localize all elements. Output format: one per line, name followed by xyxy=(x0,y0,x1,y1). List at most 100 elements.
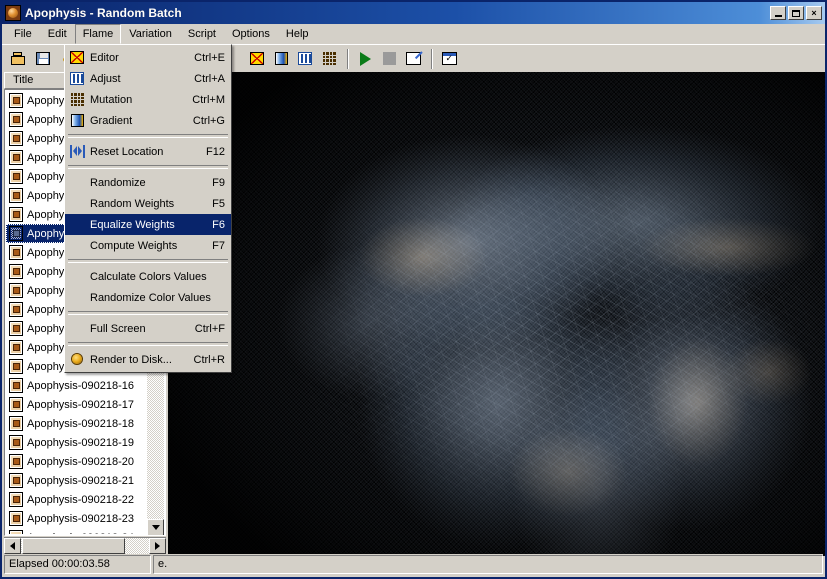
gradient-icon xyxy=(70,114,84,127)
menu-item-accelerator: Ctrl+G xyxy=(192,114,225,127)
toolbar-play-button[interactable] xyxy=(354,48,376,70)
menu-item-accelerator: Ctrl+M xyxy=(192,93,225,106)
status-bar: Elapsed 00:00:03.58 e. xyxy=(4,554,823,575)
fractal-flame-preview[interactable] xyxy=(168,72,825,556)
menu-item-accelerator: F6 xyxy=(212,218,225,231)
list-item[interactable]: Apophysis-090218-16 xyxy=(6,376,148,395)
menu-item-no-icon xyxy=(67,268,87,285)
toolbar-mutation-button[interactable] xyxy=(318,48,340,70)
toolbar-save-button[interactable] xyxy=(32,48,54,70)
flame-document-icon xyxy=(9,226,23,241)
flame-document-icon xyxy=(9,112,23,127)
script-edit-icon xyxy=(405,52,421,65)
chevron-left-icon xyxy=(10,542,15,550)
menu-options[interactable]: Options xyxy=(224,24,278,44)
menu-script[interactable]: Script xyxy=(180,24,224,44)
menu-item-label: Editor xyxy=(90,51,119,64)
flame-document-icon xyxy=(9,207,23,222)
menu-item-calculate-colors-values[interactable]: Calculate Colors Values xyxy=(65,266,231,287)
list-item-label: Apophysis-090218-24 xyxy=(27,532,134,535)
menu-variation[interactable]: Variation xyxy=(121,24,180,44)
hscroll-thumb[interactable] xyxy=(22,538,125,554)
flame-document-icon xyxy=(9,359,23,374)
menu-item-equalize-weights[interactable]: Equalize Weights F6 xyxy=(65,214,231,235)
toolbar-editor-button[interactable] xyxy=(246,48,268,70)
menu-item-label: Randomize Color Values xyxy=(90,291,211,304)
scroll-left-button[interactable] xyxy=(4,538,21,554)
reset-location-icon xyxy=(69,145,85,158)
menu-item-label: Adjust xyxy=(90,72,121,85)
menu-item-compute-weights[interactable]: Compute Weights F7 xyxy=(65,235,231,256)
list-item-label: Apophysis-090218-23 xyxy=(27,512,135,525)
flame-document-icon xyxy=(9,454,23,469)
menu-item-full-screen[interactable]: Full Screen Ctrl+F xyxy=(65,318,231,339)
menu-item-render-to-disk[interactable]: Render to Disk... Ctrl+R xyxy=(65,349,231,370)
scroll-down-button[interactable] xyxy=(147,519,164,535)
menu-item-randomize-color-values[interactable]: Randomize Color Values xyxy=(65,287,231,308)
toolbar-separator-1 xyxy=(347,48,349,69)
list-item-label: Apophysis-090218-20 xyxy=(27,455,135,468)
preview-vignette-layer xyxy=(168,72,825,556)
menu-item-no-icon xyxy=(67,289,87,306)
flame-document-icon xyxy=(9,169,23,184)
flame-document-icon xyxy=(9,321,23,336)
menu-item-label: Full Screen xyxy=(90,322,146,335)
menu-item-gradient[interactable]: Gradient Ctrl+G xyxy=(65,110,231,131)
save-disk-icon xyxy=(36,52,50,65)
adjust-icon xyxy=(298,52,312,65)
list-item[interactable]: Apophysis-090218-19 xyxy=(6,433,148,452)
menu-edit[interactable]: Edit xyxy=(40,24,75,44)
chevron-down-icon xyxy=(151,525,160,530)
menu-flame[interactable]: Flame xyxy=(74,24,122,44)
menu-separator xyxy=(68,259,228,263)
toolbar-options-button[interactable] xyxy=(438,48,460,70)
flame-dropdown-menu[interactable]: Editor Ctrl+E Adjust Ctrl+A Mutation Ctrl+M Gr… xyxy=(64,44,232,373)
menu-item-label: Equalize Weights xyxy=(90,218,175,231)
minimize-button[interactable] xyxy=(770,6,786,20)
toolbar-adjust-button[interactable] xyxy=(294,48,316,70)
menu-item-reset-location[interactable]: Reset Location F12 xyxy=(65,141,231,162)
list-item[interactable]: Apophysis-090218-23 xyxy=(6,509,148,528)
menu-item-no-icon xyxy=(67,237,87,254)
menu-item-accelerator: F5 xyxy=(212,197,225,210)
toolbar-script-button[interactable] xyxy=(402,48,424,70)
menu-item-label: Compute Weights xyxy=(90,239,178,252)
menu-item-randomize[interactable]: Randomize F9 xyxy=(65,172,231,193)
menu-help[interactable]: Help xyxy=(278,24,317,44)
flame-document-icon xyxy=(9,150,23,165)
flame-document-icon xyxy=(9,397,23,412)
toolbar-open-button[interactable] xyxy=(8,48,30,70)
menu-item-random-weights[interactable]: Random Weights F5 xyxy=(65,193,231,214)
maximize-button[interactable] xyxy=(788,6,804,20)
list-horizontal-scrollbar[interactable] xyxy=(4,537,166,554)
list-item[interactable]: Apophysis-090218-24 xyxy=(6,528,148,534)
list-item-label: Apophysis-090218-21 xyxy=(27,474,135,487)
reset-location-icon xyxy=(67,143,87,160)
menu-item-no-icon xyxy=(67,320,87,337)
menu-item-editor[interactable]: Editor Ctrl+E xyxy=(65,47,231,68)
play-icon xyxy=(359,51,371,66)
status-message: e. xyxy=(153,555,823,574)
list-item-label: Apophysis-090218-16 xyxy=(27,379,135,392)
scroll-right-button[interactable] xyxy=(149,538,166,554)
menu-separator xyxy=(68,165,228,169)
list-item[interactable]: Apophysis-090218-17 xyxy=(6,395,148,414)
flame-document-icon xyxy=(9,511,23,526)
window-controls: × xyxy=(770,6,822,20)
menu-item-adjust[interactable]: Adjust Ctrl+A xyxy=(65,68,231,89)
list-item-label: Apophysis-090218-19 xyxy=(27,436,135,449)
list-item[interactable]: Apophysis-090218-22 xyxy=(6,490,148,509)
menu-item-accelerator: Ctrl+A xyxy=(194,72,225,85)
list-item[interactable]: Apophysis-090218-21 xyxy=(6,471,148,490)
list-item-label: Apophysis-090218-17 xyxy=(27,398,135,411)
menu-item-mutation[interactable]: Mutation Ctrl+M xyxy=(65,89,231,110)
adjust-icon xyxy=(70,72,84,85)
close-button[interactable]: × xyxy=(806,6,822,20)
toolbar-stop-button[interactable] xyxy=(378,48,400,70)
list-item[interactable]: Apophysis-090218-18 xyxy=(6,414,148,433)
menu-file[interactable]: File xyxy=(6,24,40,44)
toolbar-gradient-button[interactable] xyxy=(270,48,292,70)
list-item[interactable]: Apophysis-090218-20 xyxy=(6,452,148,471)
menu-item-no-icon xyxy=(67,174,87,191)
title-bar: Apophysis - Random Batch × xyxy=(2,2,825,24)
